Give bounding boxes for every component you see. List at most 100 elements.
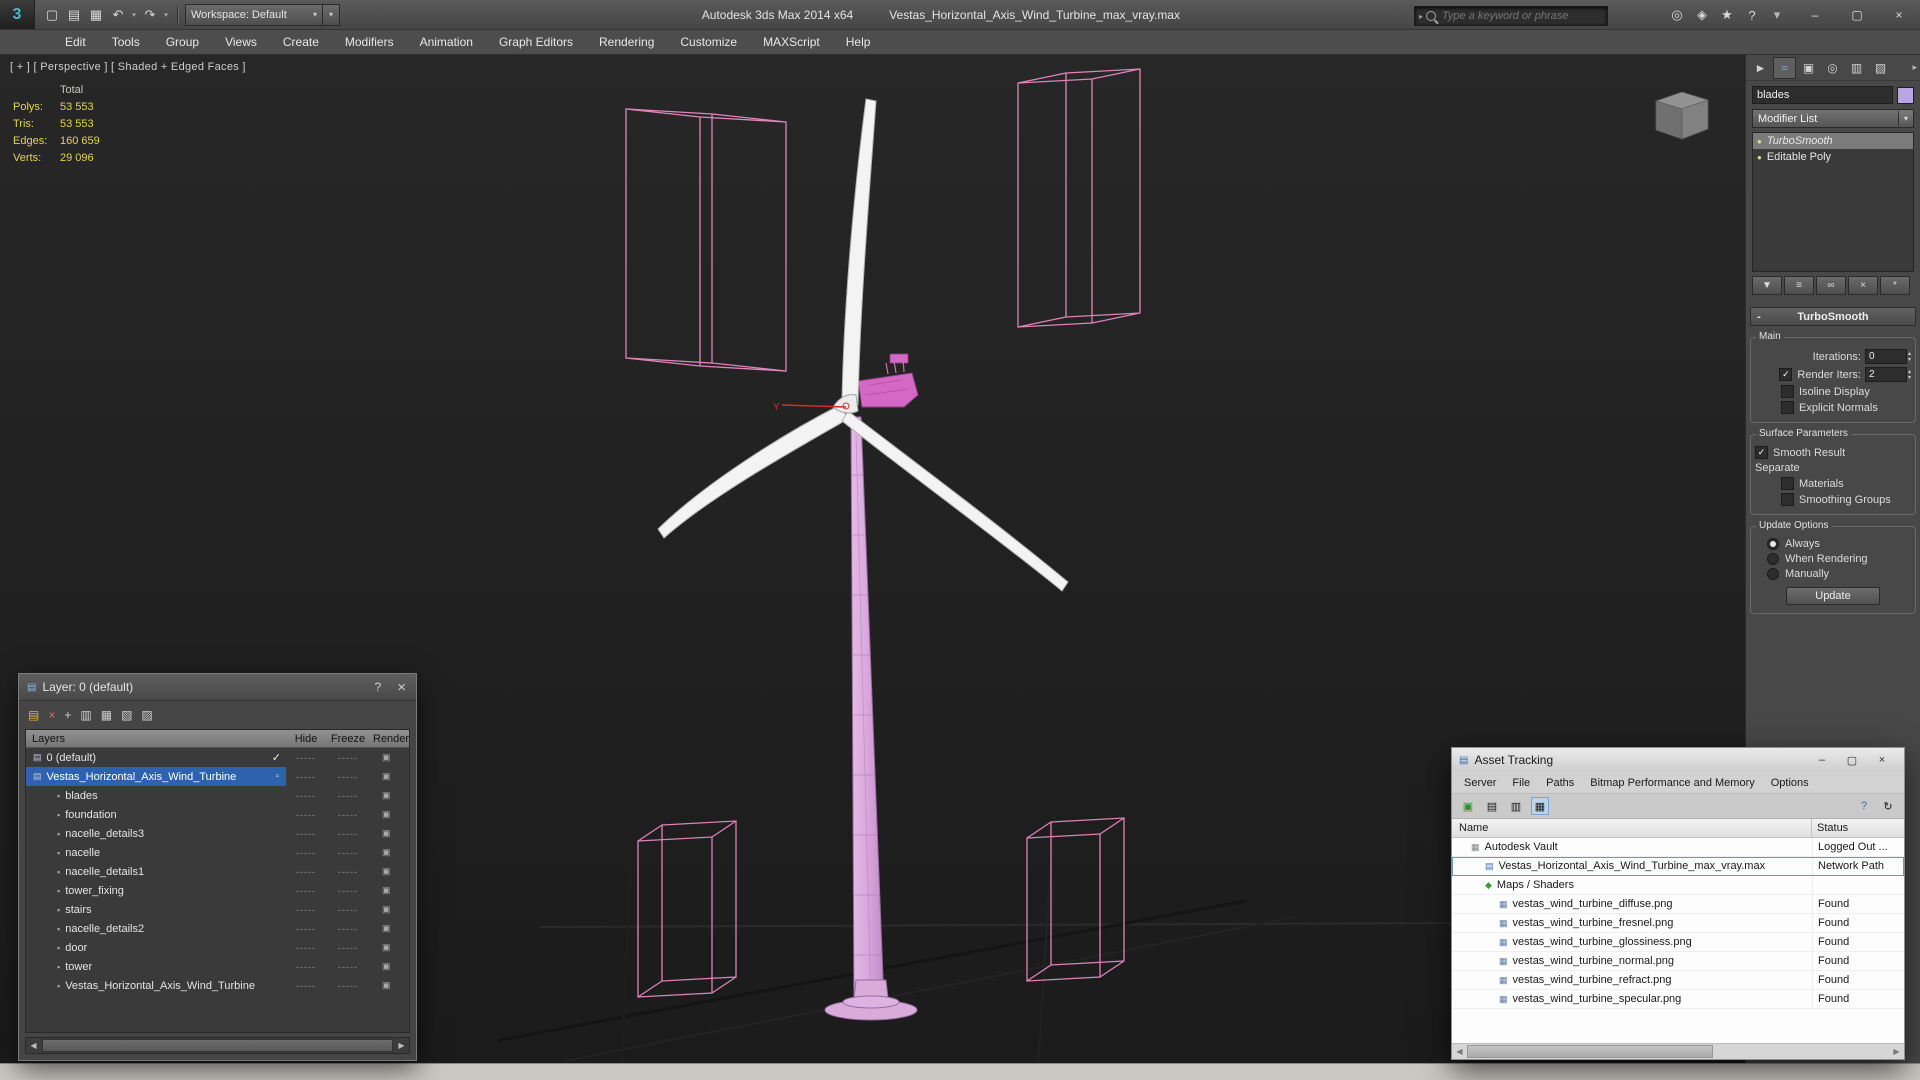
- freeze-cell[interactable]: -----: [326, 772, 370, 782]
- scroll-right-icon[interactable]: ▶: [1889, 1047, 1904, 1056]
- infocenter-dropdown[interactable]: ▾: [1768, 4, 1786, 26]
- refresh-icon[interactable]: ↻: [1879, 797, 1897, 815]
- menu-item[interactable]: Graph Editors: [486, 30, 586, 54]
- modifier-turbosmooth[interactable]: ● TurboSmooth: [1753, 133, 1913, 149]
- search-input[interactable]: [1440, 9, 1607, 23]
- column-render[interactable]: Render: [370, 733, 409, 745]
- render-cell[interactable]: ▣: [370, 904, 409, 915]
- layer-row[interactable]: ▪ stairs ----- ----- ▣: [26, 900, 409, 919]
- modifier-editable-poly[interactable]: ● Editable Poly: [1753, 149, 1913, 165]
- dialog-title-bar[interactable]: ▤ Asset Tracking – ▢ ×: [1452, 748, 1904, 772]
- create-new-layer-button[interactable]: ▤: [28, 708, 39, 722]
- column-name[interactable]: Name: [1452, 819, 1812, 837]
- workspace-dropdown[interactable]: Workspace: Default ▾: [185, 4, 323, 26]
- workspace-options-dropdown[interactable]: ▾: [323, 4, 340, 26]
- render-cell[interactable]: ▣: [370, 961, 409, 972]
- render-iters-checkbox[interactable]: [1779, 368, 1792, 381]
- viewport-label[interactable]: [ + ] [ Perspective ] [ Shaded + Edged F…: [10, 61, 246, 73]
- render-cell[interactable]: ▣: [370, 809, 409, 820]
- save-file-button[interactable]: ▦: [85, 4, 107, 26]
- asset-row[interactable]: ▦ vestas_wind_turbine_specular.png Found: [1452, 990, 1904, 1009]
- hide-cell[interactable]: -----: [286, 886, 326, 896]
- hide-cell[interactable]: -----: [286, 924, 326, 934]
- render-cell[interactable]: ▣: [370, 885, 409, 896]
- menu-item[interactable]: Tools: [99, 30, 153, 54]
- turbosmooth-rollout-header[interactable]: - TurboSmooth: [1750, 307, 1916, 326]
- close-button[interactable]: ×: [1878, 0, 1920, 30]
- always-radio[interactable]: [1767, 538, 1779, 550]
- render-cell[interactable]: ▣: [370, 923, 409, 934]
- render-cell[interactable]: ▣: [370, 980, 409, 991]
- details-view-icon[interactable]: ▦: [1531, 797, 1549, 815]
- layer-row[interactable]: ▪ nacelle ----- ----- ▣: [26, 843, 409, 862]
- asset-row[interactable]: ▦ vestas_wind_turbine_refract.png Found: [1452, 971, 1904, 990]
- menu-item[interactable]: Group: [153, 30, 212, 54]
- freeze-cell[interactable]: -----: [326, 753, 370, 763]
- layer-row[interactable]: ▪ tower_fixing ----- ----- ▣: [26, 881, 409, 900]
- search-caret-icon[interactable]: ▸: [1415, 12, 1425, 21]
- scroll-right-icon[interactable]: ▶: [394, 1041, 409, 1050]
- render-cell[interactable]: ▣: [370, 790, 409, 801]
- layer-row[interactable]: ▤ Vestas_Horizontal_Axis_Wind_Turbine ▫ …: [26, 767, 409, 786]
- menu-item[interactable]: Rendering: [586, 30, 667, 54]
- vault-login-icon[interactable]: ▣: [1459, 797, 1477, 815]
- minimize-button[interactable]: –: [1794, 0, 1836, 30]
- undo-button[interactable]: ↶: [107, 4, 129, 26]
- render-cell[interactable]: ▣: [370, 771, 409, 782]
- freeze-cell[interactable]: -----: [326, 924, 370, 934]
- modifier-toggle-icon[interactable]: ●: [1757, 137, 1762, 146]
- menu-item[interactable]: Edit: [52, 30, 99, 54]
- list-view-icon[interactable]: ▤: [1483, 797, 1501, 815]
- remove-modifier-button[interactable]: ×: [1848, 276, 1878, 295]
- hide-cell[interactable]: -----: [286, 810, 326, 820]
- hide-cell[interactable]: -----: [286, 943, 326, 953]
- scroll-left-icon[interactable]: ◀: [26, 1041, 41, 1050]
- freeze-cell[interactable]: -----: [326, 981, 370, 991]
- more-tabs-arrow-icon[interactable]: ▸: [1912, 62, 1917, 73]
- maximize-button[interactable]: ▢: [1836, 0, 1878, 30]
- iterations-field[interactable]: 0: [1865, 349, 1907, 364]
- render-cell[interactable]: ▣: [370, 942, 409, 953]
- freeze-cell[interactable]: -----: [326, 943, 370, 953]
- asset-row[interactable]: ▦ vestas_wind_turbine_normal.png Found: [1452, 952, 1904, 971]
- help-icon[interactable]: ?: [1855, 797, 1873, 815]
- layer-row[interactable]: ▪ blades ----- ----- ▣: [26, 786, 409, 805]
- render-cell[interactable]: ▣: [370, 752, 409, 763]
- tab-utilities[interactable]: ▨: [1869, 57, 1892, 79]
- show-end-result-button[interactable]: ≡: [1784, 276, 1814, 295]
- iterations-spinner[interactable]: ▴▾: [1908, 351, 1911, 363]
- open-file-button[interactable]: ▤: [63, 4, 85, 26]
- menu-item[interactable]: Bitmap Performance and Memory: [1582, 777, 1762, 789]
- materials-checkbox[interactable]: [1781, 477, 1794, 490]
- menu-item[interactable]: Create: [270, 30, 332, 54]
- render-iters-field[interactable]: 2: [1865, 367, 1907, 382]
- hide-cell[interactable]: -----: [286, 772, 326, 782]
- asset-row[interactable]: ▤ Vestas_Horizontal_Axis_Wind_Turbine_ma…: [1452, 857, 1904, 876]
- hide-cell[interactable]: -----: [286, 753, 326, 763]
- layer-row[interactable]: ▪ door ----- ----- ▣: [26, 938, 409, 957]
- smoothing-groups-checkbox[interactable]: [1781, 493, 1794, 506]
- modifier-list-dropdown[interactable]: Modifier List ▾: [1752, 109, 1914, 128]
- menu-item[interactable]: Options: [1763, 777, 1817, 789]
- redo-button[interactable]: ↷: [139, 4, 161, 26]
- render-cell[interactable]: ▣: [370, 866, 409, 877]
- horizontal-scrollbar[interactable]: ◀ ▶: [1452, 1043, 1904, 1059]
- communication-center-icon[interactable]: ◈: [1693, 4, 1711, 26]
- hide-cell[interactable]: -----: [286, 905, 326, 915]
- update-button[interactable]: Update: [1786, 587, 1880, 605]
- highlight-layer-button[interactable]: ▧: [121, 708, 132, 722]
- new-scene-button[interactable]: ▢: [41, 4, 63, 26]
- tab-create[interactable]: ►: [1749, 57, 1772, 79]
- column-layers[interactable]: Layers: [26, 733, 286, 745]
- horizontal-scrollbar[interactable]: ◀ ▶: [25, 1037, 410, 1054]
- freeze-cell[interactable]: -----: [326, 962, 370, 972]
- column-hide[interactable]: Hide: [286, 733, 326, 745]
- explicit-normals-checkbox[interactable]: [1781, 401, 1794, 414]
- layer-row[interactable]: ▪ nacelle_details3 ----- ----- ▣: [26, 824, 409, 843]
- tab-motion[interactable]: ◎: [1821, 57, 1844, 79]
- hide-cell[interactable]: -----: [286, 829, 326, 839]
- set-current-layer-button[interactable]: ▦: [101, 708, 112, 722]
- smooth-result-checkbox[interactable]: [1755, 446, 1768, 459]
- scroll-left-icon[interactable]: ◀: [1452, 1047, 1467, 1056]
- when-rendering-radio[interactable]: [1767, 553, 1779, 565]
